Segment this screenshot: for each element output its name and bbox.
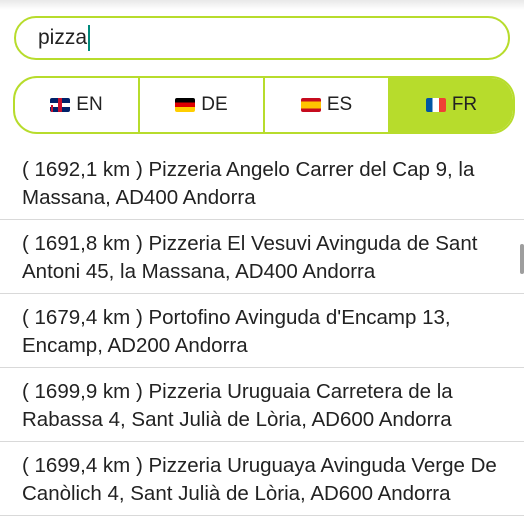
results-list: ( 1692,1 km ) Pizzeria Angelo Carrer del… bbox=[0, 146, 524, 516]
list-item[interactable]: ( 1699,9 km ) Pizzeria Uruguaia Carreter… bbox=[0, 368, 524, 442]
france-flag-icon bbox=[425, 98, 446, 112]
list-item[interactable]: ( 1692,1 km ) Pizzeria Angelo Carrer del… bbox=[0, 146, 524, 220]
text-cursor bbox=[88, 25, 91, 51]
lang-tab-en[interactable]: EN bbox=[15, 78, 140, 132]
language-selector: EN DE ES FR bbox=[13, 76, 515, 134]
lang-tab-fr[interactable]: FR bbox=[390, 78, 513, 132]
app-screen: pizza EN DE ES FR ( 1692,1 km ) Pizzeria… bbox=[0, 0, 524, 524]
lang-tab-de[interactable]: DE bbox=[140, 78, 265, 132]
lang-tab-label: ES bbox=[326, 94, 353, 115]
uk-flag-icon bbox=[50, 98, 71, 112]
lang-tab-label: DE bbox=[201, 94, 228, 115]
germany-flag-icon bbox=[175, 98, 196, 112]
list-item[interactable]: ( 1679,4 km ) Portofino Avinguda d'Encam… bbox=[0, 294, 524, 368]
scrollbar[interactable] bbox=[520, 244, 524, 274]
spain-flag-icon bbox=[300, 98, 321, 112]
lang-tab-es[interactable]: ES bbox=[265, 78, 390, 132]
list-item[interactable]: ( 1699,4 km ) Pizzeria Uruguaya Avinguda… bbox=[0, 442, 524, 516]
list-item[interactable]: ( 1691,8 km ) Pizzeria El Vesuvi Avingud… bbox=[0, 220, 524, 294]
lang-tab-label: EN bbox=[76, 94, 103, 115]
search-input[interactable]: pizza bbox=[14, 16, 510, 60]
search-input-value: pizza bbox=[38, 26, 88, 49]
lang-tab-label: FR bbox=[451, 94, 478, 115]
status-shadow bbox=[0, 0, 524, 10]
